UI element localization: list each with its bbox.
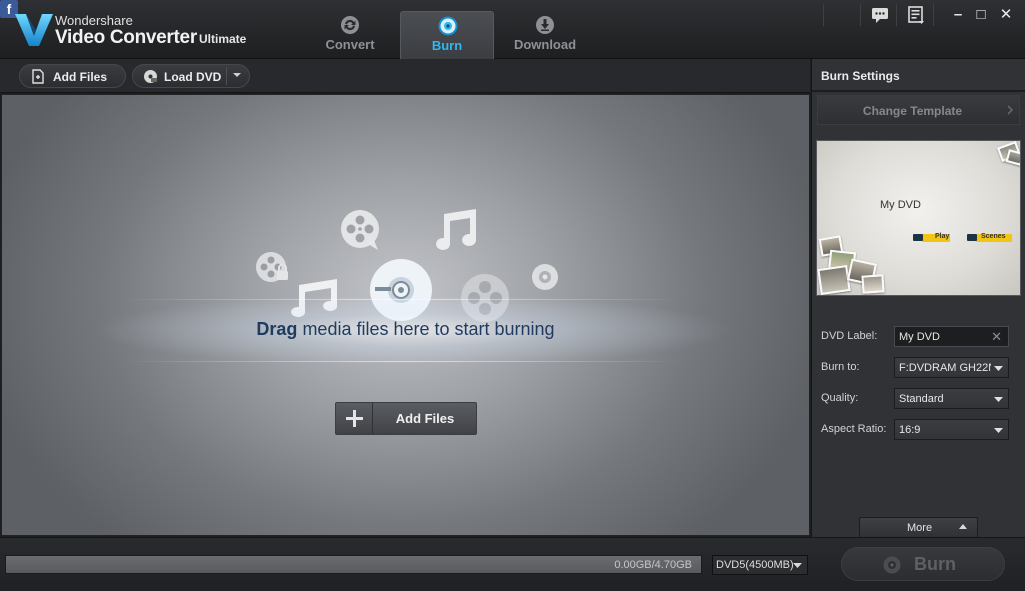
add-files-center-button[interactable]: Add Files — [335, 402, 477, 435]
film-reel-icon — [341, 210, 379, 250]
separator — [860, 4, 861, 26]
separator — [823, 4, 824, 26]
divider — [122, 361, 682, 362]
preview-scenes-label: Scenes — [981, 233, 1006, 240]
disc-type-value: DVD5(4500MB) — [716, 559, 794, 571]
tab-download-label: Download — [513, 37, 577, 52]
quality-value: Standard — [899, 393, 944, 405]
app-logo-icon — [15, 14, 53, 46]
disc-icon — [883, 556, 901, 574]
preview-play-button: Play — [913, 233, 953, 243]
chevron-down-icon — [994, 428, 1003, 433]
load-dvd-button[interactable]: Load DVD — [132, 64, 250, 88]
drop-hint-rest: media files here to start burning — [297, 319, 555, 339]
chevron-down-icon — [793, 563, 802, 568]
dvd-label-value: My DVD — [899, 331, 940, 343]
burn-to-value: F:DVDRAM GH22NS — [899, 362, 991, 374]
chevron-down-icon — [994, 397, 1003, 402]
add-files-button[interactable]: Add Files — [19, 64, 126, 88]
tab-burn[interactable]: Burn — [400, 11, 494, 59]
maximize-button[interactable]: □ — [970, 5, 992, 25]
plus-icon — [346, 410, 363, 427]
burn-settings-panel: Burn Settings Change Template My DVD Pla… — [811, 59, 1025, 537]
preview-play-label: Play — [935, 233, 950, 240]
burn-to-select[interactable]: F:DVDRAM GH22NS — [894, 357, 1009, 378]
more-button[interactable]: More — [859, 517, 978, 537]
disc-icon — [438, 16, 458, 36]
separator — [896, 4, 897, 26]
toolbar: Add Files Load DVD — [0, 59, 810, 93]
burn-to-label: Burn to: — [821, 361, 860, 373]
dvd-label-label: DVD Label: — [821, 330, 878, 342]
tab-convert[interactable]: Convert — [303, 11, 397, 59]
load-dvd-label: Load DVD — [164, 70, 222, 84]
drop-area[interactable]: Drag media files here to start burning A… — [1, 94, 810, 536]
change-template-label: Change Template — [862, 104, 963, 118]
aspect-ratio-label: Aspect Ratio: — [821, 423, 887, 435]
close-button[interactable]: ✕ — [995, 5, 1017, 25]
aspect-ratio-select[interactable]: 16:9 — [894, 419, 1009, 440]
title-bar: Wondershare Video Converter Ultimate Con… — [0, 0, 1025, 59]
chevron-down-icon[interactable] — [232, 70, 242, 80]
disc-small-icon — [532, 264, 558, 290]
music-note-icon — [436, 209, 477, 250]
tab-download[interactable]: Download — [498, 11, 592, 59]
preview-menu-title: My DVD — [880, 199, 921, 211]
preview-scenes-button: Scenes — [967, 233, 1015, 243]
preview-button-icon — [913, 234, 923, 241]
brand-edition: Ultimate — [199, 32, 247, 46]
chevron-right-icon — [1007, 105, 1013, 115]
preview-photo — [817, 265, 851, 295]
drop-hint: Drag media files here to start burning — [2, 319, 809, 340]
preview-photo — [1005, 149, 1020, 166]
dvd-label-input[interactable]: My DVD ✕ — [894, 326, 1009, 347]
quality-label: Quality: — [821, 392, 859, 404]
quality-select[interactable]: Standard — [894, 388, 1009, 409]
preview-button-icon — [967, 234, 977, 241]
menu-icon[interactable] — [905, 5, 927, 25]
drop-hint-strong: Drag — [256, 319, 298, 339]
divider — [226, 67, 227, 85]
chevron-down-icon — [994, 366, 1003, 371]
minimize-button[interactable]: – — [947, 5, 969, 25]
aspect-ratio-value: 16:9 — [899, 424, 921, 436]
tab-burn-label: Burn — [431, 38, 463, 53]
add-files-center-label: Add Files — [395, 411, 455, 426]
burn-label: Burn — [914, 554, 956, 574]
brand-product: Video Converter — [55, 27, 197, 48]
dvd-menu-preview: My DVD Play Scenes — [816, 140, 1021, 296]
chevron-up-icon — [959, 524, 967, 529]
download-icon — [536, 16, 554, 34]
plus-icon-box — [336, 403, 373, 434]
bottom-bar: 0.00GB/4.70GB DVD5(4500MB) Burn — [0, 537, 1025, 591]
dvd-icon — [144, 70, 157, 83]
add-file-icon — [32, 69, 44, 84]
preview-photo — [861, 274, 885, 294]
clear-icon[interactable]: ✕ — [991, 330, 1002, 343]
convert-icon — [341, 16, 359, 34]
more-label: More — [907, 522, 933, 534]
divider — [122, 299, 682, 300]
tab-convert-label: Convert — [325, 37, 375, 52]
change-template-button[interactable]: Change Template — [817, 95, 1020, 125]
divider — [812, 90, 1025, 92]
disc-type-select[interactable]: DVD5(4500MB) — [712, 555, 808, 575]
feedback-icon[interactable] — [869, 5, 891, 25]
capacity-text: 0.00GB/4.70GB — [614, 559, 692, 571]
burn-button[interactable]: Burn — [841, 547, 1005, 581]
disc-capacity-bar: 0.00GB/4.70GB — [5, 555, 702, 574]
brand-vendor: Wondershare — [55, 13, 133, 28]
add-files-label: Add Files — [53, 70, 108, 84]
separator — [933, 4, 934, 26]
burn-settings-title: Burn Settings — [821, 69, 900, 83]
